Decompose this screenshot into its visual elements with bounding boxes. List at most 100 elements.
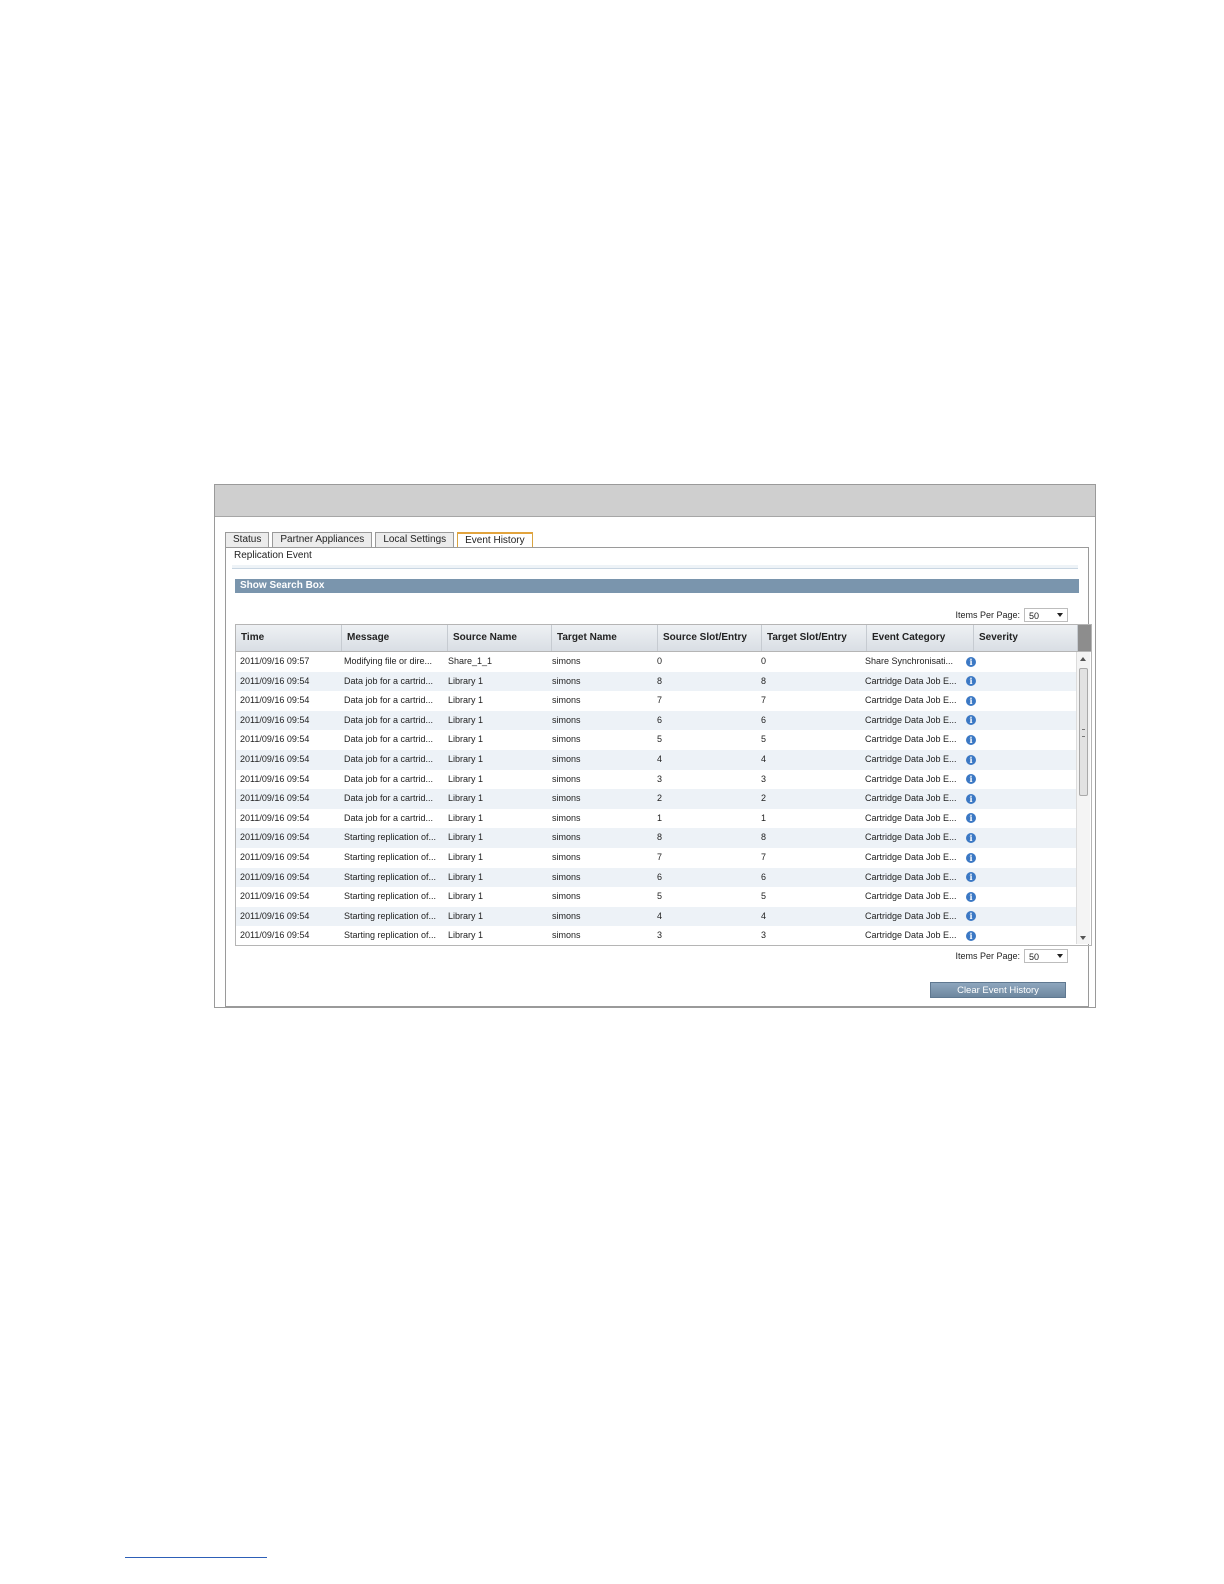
cell-source-name: Library 1 [448, 871, 484, 882]
panel-subtitle: Replication Event [234, 550, 312, 561]
cell-source-name: Library 1 [448, 695, 484, 706]
table-row[interactable]: 2011/09/16 09:54 Starting replication of.… [236, 887, 1076, 907]
cell-source-slot: 2 [657, 793, 663, 804]
table-row[interactable]: 2011/09/16 09:54 Data job for a cartrid..… [236, 789, 1076, 809]
table-row[interactable]: 2011/09/16 09:54 Data job for a cartrid..… [236, 749, 1076, 770]
column-header-event-category[interactable]: Event Category [867, 625, 974, 651]
cell-time: 2011/09/16 09:54 [240, 695, 310, 706]
cell-time: 2011/09/16 09:54 [240, 793, 310, 804]
info-icon: i [966, 676, 976, 687]
column-header-target-slot[interactable]: Target Slot/Entry [762, 625, 867, 651]
table-row[interactable]: 2011/09/16 09:54 Data job for a cartrid..… [236, 691, 1076, 711]
cell-severity: i [964, 868, 1004, 888]
table-row[interactable]: 2011/09/16 09:57 Modifying file or dire..… [236, 652, 1076, 672]
cell-source-slot: 7 [657, 695, 663, 706]
cell-severity: i [964, 926, 1004, 945]
show-search-box-toggle[interactable]: Show Search Box [235, 579, 1079, 593]
table-row[interactable]: 2011/09/16 09:54 Data job for a cartrid..… [236, 769, 1076, 790]
cell-message: Data job for a cartrid... [344, 753, 434, 764]
cell-event-category: Cartridge Data Job E... [865, 675, 957, 686]
items-per-page-select[interactable]: 50 [1024, 949, 1068, 963]
cell-target-name: simons [552, 891, 581, 902]
table-row[interactable]: 2011/09/16 09:54 Starting replication of.… [236, 847, 1076, 868]
cell-target-slot: 8 [761, 675, 767, 686]
cell-message: Data job for a cartrid... [344, 714, 434, 725]
cell-source-slot: 6 [657, 871, 663, 882]
items-per-page-select[interactable]: 50 [1024, 608, 1068, 622]
cell-source-name: Library 1 [448, 910, 484, 921]
column-header-time[interactable]: Time [236, 625, 342, 651]
grip-icon [1082, 729, 1085, 737]
cell-target-slot: 3 [761, 930, 767, 941]
cell-severity: i [964, 711, 1004, 731]
column-header-severity[interactable]: Severity [974, 625, 1078, 651]
info-icon: i [966, 813, 976, 824]
info-icon: i [966, 715, 976, 726]
cell-event-category: Cartridge Data Job E... [865, 812, 957, 823]
cell-time: 2011/09/16 09:54 [240, 930, 310, 941]
cell-severity: i [964, 672, 1004, 692]
column-header-message[interactable]: Message [342, 625, 448, 651]
cell-event-category: Cartridge Data Job E... [865, 793, 957, 804]
column-header-source-name[interactable]: Source Name [448, 625, 552, 651]
cell-message: Modifying file or dire... [344, 656, 433, 666]
info-icon: i [966, 891, 976, 902]
replication-window: Status Partner Appliances Local Settings… [214, 484, 1096, 1008]
cell-target-name: simons [552, 793, 581, 804]
scroll-thumb[interactable] [1079, 668, 1088, 796]
scroll-down-icon[interactable] [1080, 936, 1086, 940]
cell-event-category: Cartridge Data Job E... [865, 930, 957, 941]
cell-message: Data job for a cartrid... [344, 695, 434, 706]
items-per-page-value: 50 [1029, 611, 1040, 621]
table-row[interactable]: 2011/09/16 09:54 Data job for a cartrid..… [236, 710, 1076, 731]
table-row[interactable]: 2011/09/16 09:54 Data job for a cartrid..… [236, 808, 1076, 829]
cell-source-slot: 6 [657, 714, 663, 725]
cell-severity: i [964, 907, 1004, 927]
cell-severity: i [964, 887, 1004, 907]
scroll-up-icon[interactable] [1080, 657, 1086, 661]
info-icon: i [966, 832, 976, 843]
table-row[interactable]: 2011/09/16 09:54 Data job for a cartrid..… [236, 671, 1076, 692]
table-row[interactable]: 2011/09/16 09:54 Data job for a cartrid..… [236, 730, 1076, 750]
column-header-target-name[interactable]: Target Name [552, 625, 658, 651]
info-icon: i [966, 911, 976, 922]
table-row[interactable]: 2011/09/16 09:54 Starting replication of.… [236, 926, 1076, 945]
tab-partner-appliances[interactable]: Partner Appliances [272, 532, 373, 548]
clear-event-history-button[interactable]: Clear Event History [930, 982, 1066, 998]
cell-target-name: simons [552, 832, 581, 843]
grid-scrollbar[interactable] [1076, 652, 1090, 944]
grid-header: Time Message Source Name Target Name Sou… [236, 625, 1091, 652]
tab-event-history[interactable]: Event History [457, 532, 533, 548]
cell-source-slot: 0 [657, 656, 663, 666]
cell-source-name: Library 1 [448, 793, 484, 804]
tab-local-settings[interactable]: Local Settings [375, 532, 455, 548]
cell-target-name: simons [552, 812, 581, 823]
cell-target-slot: 8 [761, 832, 767, 843]
table-row[interactable]: 2011/09/16 09:54 Starting replication of.… [236, 906, 1076, 927]
subtitle-divider [232, 565, 1078, 569]
table-row[interactable]: 2011/09/16 09:54 Starting replication of.… [236, 867, 1076, 888]
info-icon: i [966, 656, 976, 667]
tab-status[interactable]: Status [225, 532, 270, 548]
info-icon: i [966, 930, 976, 941]
cell-message: Starting replication of... [344, 930, 437, 941]
window-header-bar [215, 485, 1095, 517]
cell-message: Data job for a cartrid... [344, 675, 434, 686]
table-row[interactable]: 2011/09/16 09:54 Starting replication of.… [236, 828, 1076, 848]
cell-source-slot: 3 [657, 773, 663, 784]
cell-time: 2011/09/16 09:54 [240, 734, 310, 745]
cell-time: 2011/09/16 09:54 [240, 910, 310, 921]
cell-source-name: Library 1 [448, 714, 484, 725]
cell-severity: i [964, 828, 1004, 848]
column-header-source-slot[interactable]: Source Slot/Entry [658, 625, 762, 651]
cell-source-slot: 8 [657, 832, 663, 843]
cell-source-slot: 4 [657, 753, 663, 764]
cell-target-slot: 0 [761, 656, 767, 666]
cell-source-name: Library 1 [448, 851, 484, 862]
cell-target-slot: 6 [761, 871, 767, 882]
info-icon: i [966, 852, 976, 863]
cell-message: Data job for a cartrid... [344, 812, 434, 823]
cell-severity: i [964, 652, 1004, 672]
cell-source-name: Library 1 [448, 832, 484, 843]
cell-event-category: Cartridge Data Job E... [865, 851, 957, 862]
